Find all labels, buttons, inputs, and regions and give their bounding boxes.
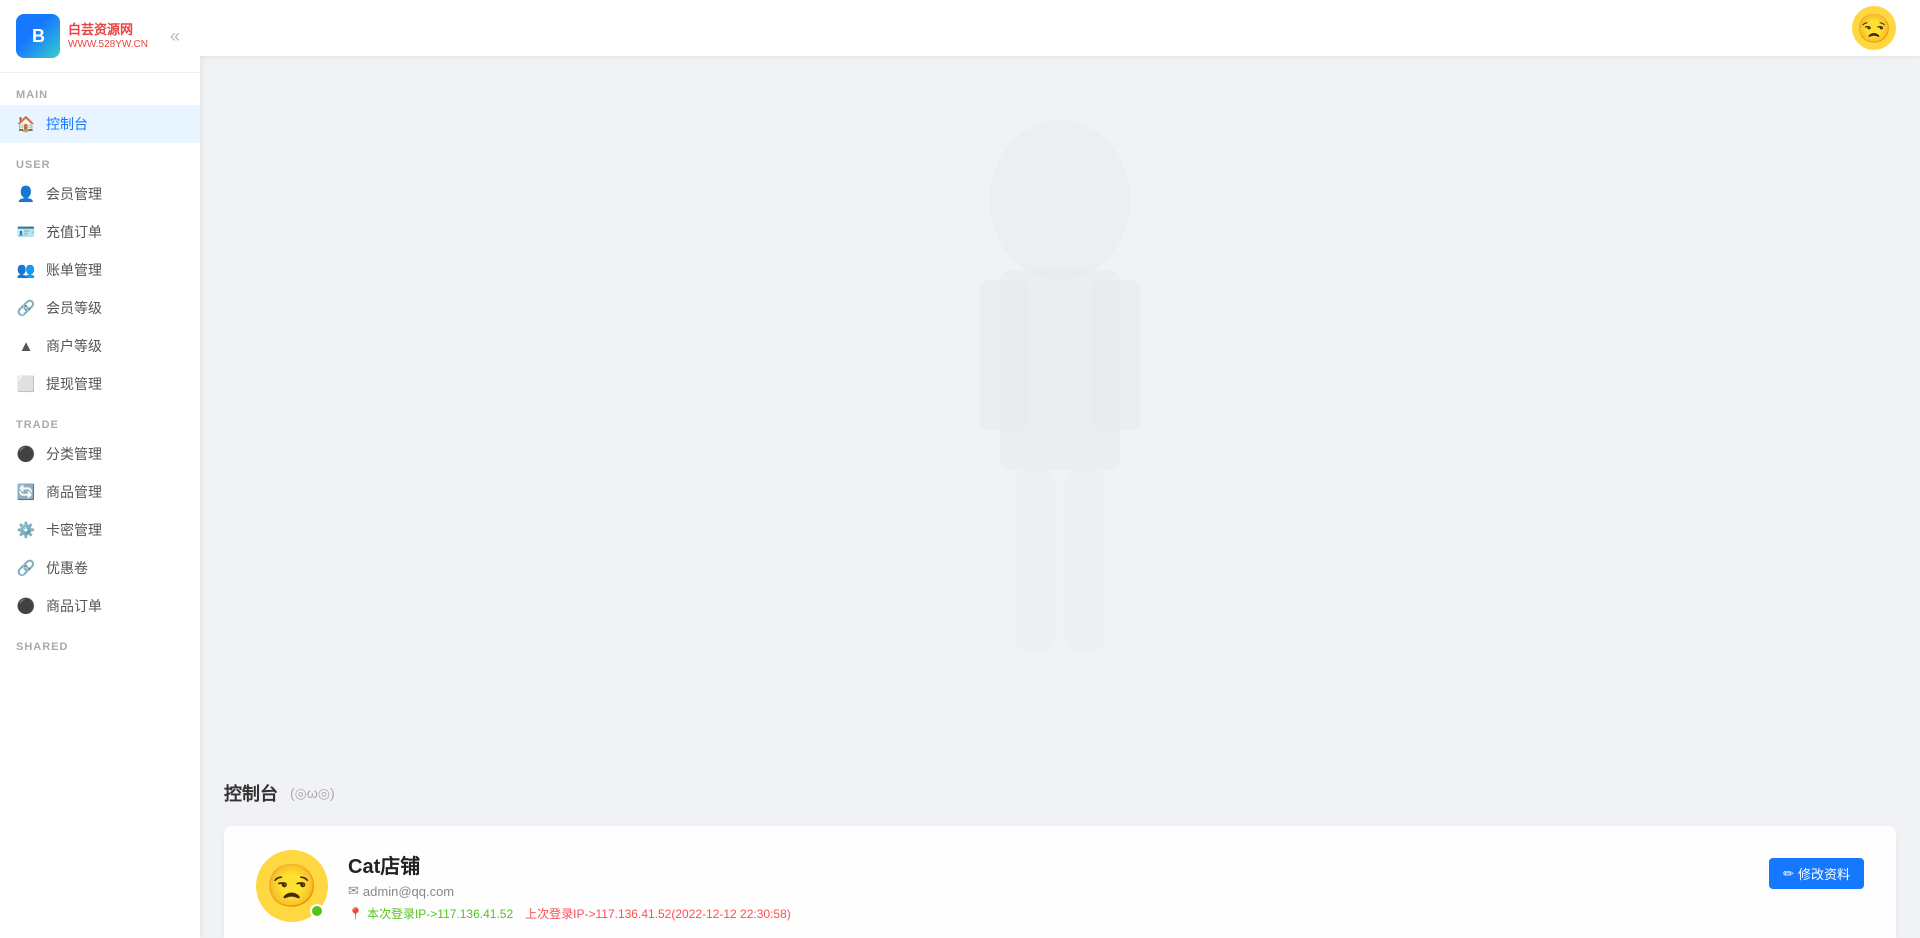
recharge-icon: 🪪 [16,222,36,242]
sidebar-item-label: 提现管理 [46,374,102,394]
withdraw-icon: ⬜ [16,374,36,394]
sidebar-item-label: 卡密管理 [46,520,102,540]
edit-icon: ✏ [1783,866,1794,882]
sidebar-section-trade: TRADE [0,403,200,435]
page-header: 控制台 (◎ω◎) [224,780,1896,806]
sidebar-item-goods[interactable]: 🔄 商品管理 [0,473,200,511]
topbar: 😒 [200,0,1920,56]
profile-avatar: 😒 [256,850,328,922]
sidebar-item-label: 商品管理 [46,482,102,502]
sidebar-item-merchant-level[interactable]: ▲ 商户等级 [0,327,200,365]
sidebar-item-order[interactable]: ⚫ 商品订单 [0,587,200,625]
card-icon: ⚙️ [16,520,36,540]
profile-email: ✉ admin@qq.com [348,883,1864,899]
members-icon: 👤 [16,184,36,204]
accounts-icon: 👥 [16,260,36,280]
location-icon: 📍 [348,907,363,921]
sidebar-item-label: 商户等级 [46,336,102,356]
goods-icon: 🔄 [16,482,36,502]
logo-icon: B [16,14,60,58]
sidebar-item-members[interactable]: 👤 会员管理 [0,175,200,213]
sidebar-section-main: MAIN [0,73,200,105]
background-overlay [224,80,1896,780]
member-level-icon: 🔗 [16,298,36,318]
page-title: 控制台 [224,780,278,806]
sidebar-collapse-btn[interactable]: « [166,24,184,49]
profile-card: 😒 Cat店铺 ✉ admin@qq.com 📍 本次登录IP->117.136… [224,826,1896,938]
sidebar-item-recharge[interactable]: 🪪 充值订单 [0,213,200,251]
current-ip: 📍 本次登录IP->117.136.41.52 [348,905,513,922]
online-indicator [310,904,324,918]
site-url: WWW.528YW.CN [68,39,148,50]
sidebar-item-label: 充值订单 [46,222,102,242]
coupon-icon: 🔗 [16,558,36,578]
sidebar-section-shared: SHARED [0,625,200,657]
last-ip: 上次登录IP->117.136.41.52(2022-12-12 22:30:5… [525,905,791,922]
bg-image-svg [800,80,1320,780]
sidebar-item-label: 账单管理 [46,260,102,280]
profile-info: Cat店铺 ✉ admin@qq.com 📍 本次登录IP->117.136.4… [348,850,1864,922]
main-area: 😒 控制台 (◎ω◎) 😒 [200,0,1920,938]
order-icon: ⚫ [16,596,36,616]
sidebar-item-label: 会员等级 [46,298,102,318]
sidebar-item-label: 会员管理 [46,184,102,204]
edit-profile-button[interactable]: ✏ 修改资料 [1769,858,1864,889]
site-name: 白芸资源网 [68,22,148,39]
sidebar-item-label: 商品订单 [46,596,102,616]
sidebar-logo: B 白芸资源网 WWW.528YW.CN « [0,0,200,73]
category-icon: ⚫ [16,444,36,464]
sidebar-item-dashboard[interactable]: 🏠 控制台 [0,105,200,143]
sidebar-item-accounts[interactable]: 👥 账单管理 [0,251,200,289]
profile-name: Cat店铺 [348,850,1864,879]
sidebar: B 白芸资源网 WWW.528YW.CN « MAIN 🏠 控制台 USER 👤… [0,0,200,938]
logo-text-block: 白芸资源网 WWW.528YW.CN [68,22,148,50]
dashboard-icon: 🏠 [16,114,36,134]
sidebar-item-category[interactable]: ⚫ 分类管理 [0,435,200,473]
sidebar-item-label: 优惠卷 [46,558,88,578]
merchant-level-icon: ▲ [16,336,36,356]
email-icon: ✉ [348,883,359,899]
sidebar-item-label: 分类管理 [46,444,102,464]
sidebar-item-label: 控制台 [46,114,88,134]
sidebar-item-card[interactable]: ⚙️ 卡密管理 [0,511,200,549]
avatar-emoji: 😒 [266,862,318,911]
sidebar-item-member-level[interactable]: 🔗 会员等级 [0,289,200,327]
sidebar-section-user: USER [0,143,200,175]
sidebar-item-withdraw[interactable]: ⬜ 提现管理 [0,365,200,403]
sidebar-item-coupon[interactable]: 🔗 优惠卷 [0,549,200,587]
content-area: 控制台 (◎ω◎) 😒 Cat店铺 ✉ admin@qq.com 📍 本次登录I… [200,56,1920,938]
avatar-button[interactable]: 😒 [1852,6,1896,50]
page-subtitle: (◎ω◎) [290,785,335,802]
